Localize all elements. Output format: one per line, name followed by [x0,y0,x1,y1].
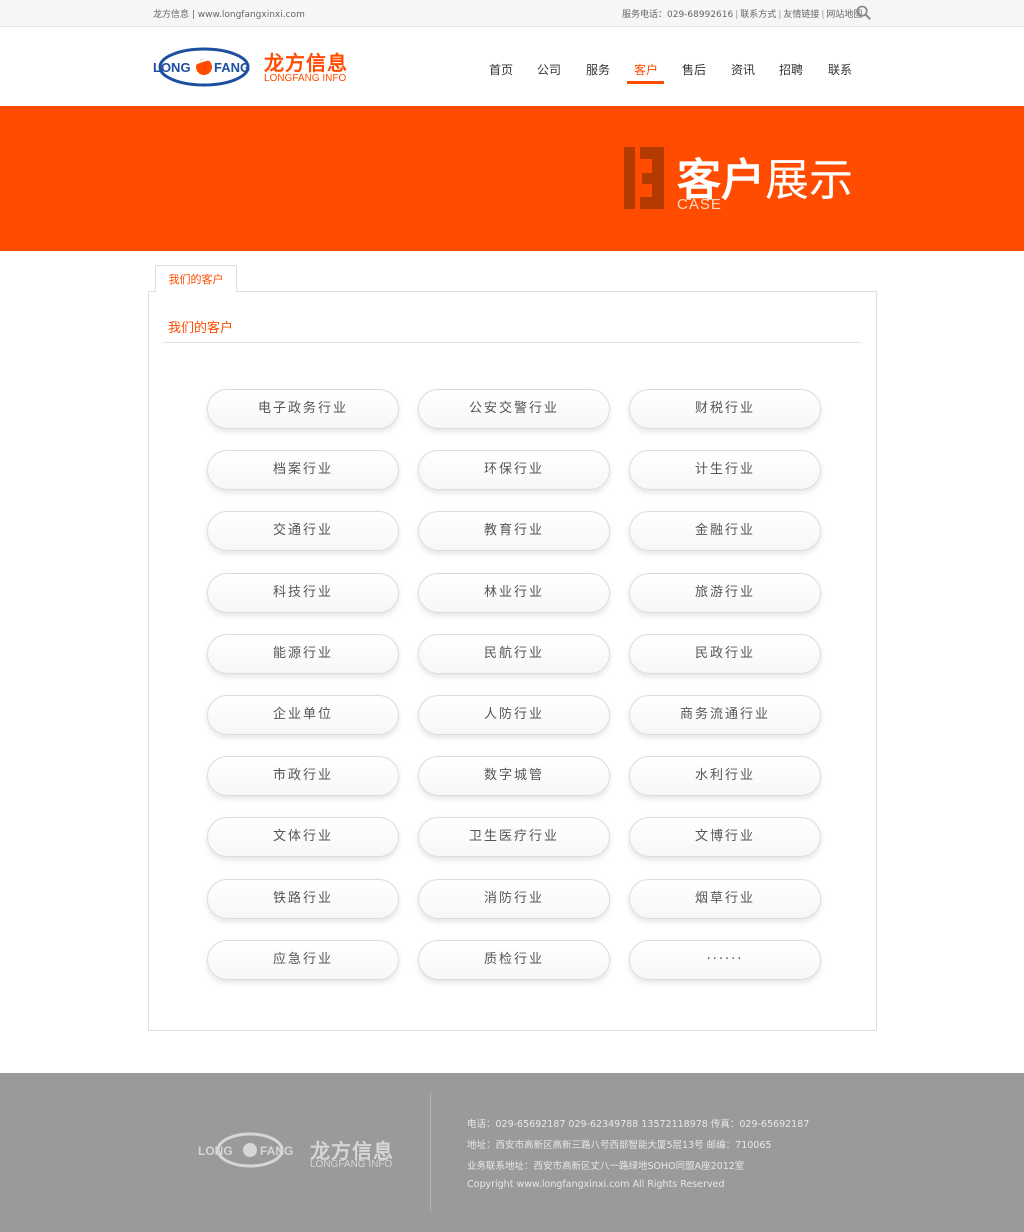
footer-copyright: Copyright www.longfangxinxi.com All Righ… [467,1179,725,1190]
logo-en-right: FANG [214,60,250,75]
search-icon[interactable] [856,5,871,20]
link-contact[interactable]: 联系方式 [740,10,776,20]
footer-divider [430,1093,431,1211]
top-bar: 龙方信息 | www.longfangxinxi.com 服务电话：029-68… [0,0,1024,27]
industry-pill[interactable]: 科技行业 [207,573,399,613]
number-03-icon: 03 [624,147,664,209]
footer-business-address: 业务联系地址：西安市高新区丈八一路绿地SOHO同盟A座2012室 [467,1161,745,1172]
industry-pill[interactable]: 铁路行业 [207,879,399,919]
industry-pill[interactable]: 质检行业 [418,940,610,980]
industry-pill[interactable]: 档案行业 [207,450,399,490]
footer-logo-en-left: LONG [198,1144,233,1158]
industry-pill[interactable]: 文博行业 [629,817,821,857]
banner-title-light: 展示 [765,155,853,206]
industry-pill[interactable]: 市政行业 [207,756,399,796]
nav-service[interactable]: 服务 [586,61,610,78]
footer-logo-icon: LONG FANG [198,1132,293,1168]
nav-clients[interactable]: 客户 [634,61,658,78]
page-banner: 03 客户展示 CASE [0,106,1024,251]
industry-pill[interactable]: 民航行业 [418,634,610,674]
industry-pill[interactable]: 林业行业 [418,573,610,613]
logo-en-left: LONG [153,60,191,75]
logo-en: LONGFANG INFO [264,73,347,84]
industry-pill[interactable]: 文体行业 [207,817,399,857]
industry-pill[interactable]: 人防行业 [418,695,610,735]
industry-pill[interactable]: 旅游行业 [629,573,821,613]
industry-pill[interactable]: 环保行业 [418,450,610,490]
industry-pill[interactable]: 应急行业 [207,940,399,980]
nav-jobs[interactable]: 招聘 [779,61,803,78]
footer-phone: 电话：029-65692187 029-62349788 13572118978… [467,1119,810,1130]
industry-pill[interactable]: 电子政务行业 [207,389,399,429]
industry-pill[interactable]: 民政行业 [629,634,821,674]
top-links: 服务电话：029-68992616 | 联系方式 | 友情链接 | 网站地图 [622,10,863,20]
industry-pill[interactable]: 烟草行业 [629,879,821,919]
industry-pill[interactable]: 数字城管 [418,756,610,796]
nav-after-sales[interactable]: 售后 [682,61,706,78]
industry-pill[interactable]: 教育行业 [418,511,610,551]
footer-logo-en: LONGFANG INFO [310,1159,393,1170]
industry-pill[interactable]: 财税行业 [629,389,821,429]
header: LONG FANG 龙方信息 LONGFANG INFO 首页 公司 服务 客户… [0,27,1024,106]
industry-pill[interactable]: 金融行业 [629,511,821,551]
industry-pill[interactable]: 消防行业 [418,879,610,919]
footer: LONG FANG 龙方信息 LONGFANG INFO 电话：029-6569… [0,1073,1024,1232]
industry-pill[interactable]: 卫生医疗行业 [418,817,610,857]
banner-subtitle: CASE [677,196,722,213]
industry-pill[interactable]: 交通行业 [207,511,399,551]
footer-logo-en-right: FANG [260,1144,293,1158]
industry-pill[interactable]: 公安交警行业 [418,389,610,429]
industry-pill[interactable]: ······ [629,940,821,980]
nav-contact[interactable]: 联系 [828,61,852,78]
tab-our-clients[interactable]: 我们的客户 [155,265,237,292]
industry-pill[interactable]: 能源行业 [207,634,399,674]
industry-pill[interactable]: 商务流通行业 [629,695,821,735]
nav-news[interactable]: 资讯 [731,61,755,78]
nav-home[interactable]: 首页 [489,61,513,78]
panel-title: 我们的客户 [168,321,234,336]
clients-panel: 我们的客户 电子政务行业 公安交警行业 财税行业档案行业 环保行业 计生行业交通行业 教育… [148,291,877,1031]
industry-pill[interactable]: 企业单位 [207,695,399,735]
nav-active-indicator [627,81,664,84]
link-friends[interactable]: 友情链接 [783,10,819,20]
footer-address: 地址：西安市高新区高新三路八号西部智能大厦5层13号 邮编：710065 [467,1140,772,1151]
site-name: 龙方信息 | www.longfangxinxi.com [153,10,305,20]
service-phone: 服务电话：029-68992616 [622,10,734,20]
industry-pill[interactable]: 水利行业 [629,756,821,796]
logo-cn: 龙方信息 [264,51,348,75]
divider [163,342,861,343]
industry-pill[interactable]: 计生行业 [629,450,821,490]
nav-company[interactable]: 公司 [537,61,561,78]
